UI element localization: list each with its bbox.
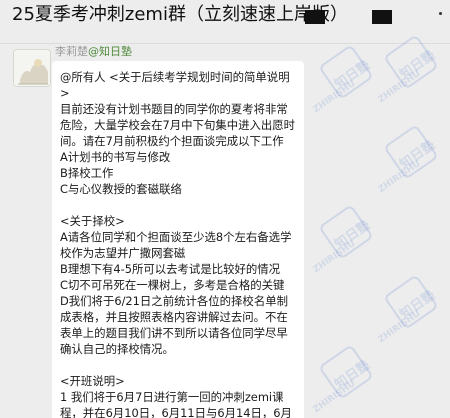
message-line: >	[60, 86, 70, 100]
redacted-block	[372, 10, 392, 24]
message-line: 校作为志望并广撒网套磁	[60, 246, 186, 260]
avatar[interactable]	[13, 49, 51, 87]
watermark-text: 知日塾	[397, 47, 438, 83]
watermark-text-en: ZHIRISHU	[311, 78, 358, 116]
redacted-block	[305, 10, 325, 24]
watermark-logo-icon	[383, 274, 439, 330]
watermark-text: 知日塾	[397, 287, 438, 323]
message-line	[60, 197, 298, 213]
message-line: 危险，大量学校会在7月中下旬集中进入出愿时	[60, 118, 296, 132]
message-line: 成表格，并且按照表格内容讲解过去问。不在	[60, 310, 288, 324]
message-line: <开班说明>	[60, 374, 125, 388]
watermark-logo-icon	[318, 344, 374, 400]
message-line: A计划书的书写与修改	[60, 150, 171, 164]
watermark-logo-icon	[318, 204, 374, 260]
chat-title-bar: 25夏季考冲刺zemi群（立刻速速上岸版）	[0, 0, 450, 44]
watermark-text-en: ZHIRISHU	[311, 378, 358, 416]
avatar-image-icon	[14, 50, 50, 86]
message-line: B理想下有4-5所可以去考试是比较好的情况	[60, 262, 281, 276]
message-line: 1 我们将于6月7日进行第一回的冲刺zemi课	[60, 390, 284, 404]
more-options-icon[interactable]	[439, 12, 442, 15]
message-line: 目前还没有计划书题目的同学你的夏考将非常	[60, 102, 288, 116]
watermark-text: 知日塾	[397, 137, 438, 173]
message-line: D我们将于6/21日之前统计各位的择校名单制	[60, 294, 288, 308]
watermark-text: 知日塾	[332, 217, 373, 253]
message-line: 程，并在6月10日，6月11日与6月14日，6月	[60, 406, 292, 418]
watermark-text: 知日塾	[332, 57, 373, 93]
watermark-text-en: ZHIRISHU	[376, 308, 423, 346]
sender-name: 李莉楚	[55, 45, 88, 58]
message-line: 间。请在7月前积极约个担面谈完成以下工作	[60, 134, 284, 148]
sender-label: 李莉楚@知日塾	[55, 44, 132, 60]
message-line: C切不可吊死在一棵树上，多考是合格的关键	[60, 278, 285, 292]
message-line: 确认自己的择校情况。	[60, 342, 174, 356]
message-line: @所有人 <关于后续考学规划时间的简单说明	[60, 70, 290, 84]
message-line: C与心仪教授的套磁联络	[60, 182, 182, 196]
watermark-text-en: ZHIRISHU	[376, 68, 423, 106]
watermark-text: 知日塾	[332, 357, 373, 393]
message-bubble[interactable]: @所有人 <关于后续考学规划时间的简单说明 > 目前还没有计划书题目的同学你的夏考将…	[52, 61, 304, 418]
message-line: <关于择校>	[60, 214, 125, 228]
watermark-text-en: ZHIRISHU	[376, 158, 423, 196]
message-line	[60, 357, 298, 373]
chat-title: 25夏季考冲刺zemi群（立刻速速上岸版）	[12, 4, 348, 25]
watermark-text-en: ZHIRISHU	[311, 238, 358, 276]
message-line: A请各位同学和个担面谈至少选8个左右备选学	[60, 230, 292, 244]
watermark-logo-icon	[318, 44, 374, 100]
message-line: B择校工作	[60, 166, 114, 180]
sender-tag: @知日塾	[88, 45, 132, 58]
message-line: 表单上的题目我们讲不到所以请各位同学尽早	[60, 326, 288, 340]
watermark-logo-icon	[383, 124, 439, 180]
